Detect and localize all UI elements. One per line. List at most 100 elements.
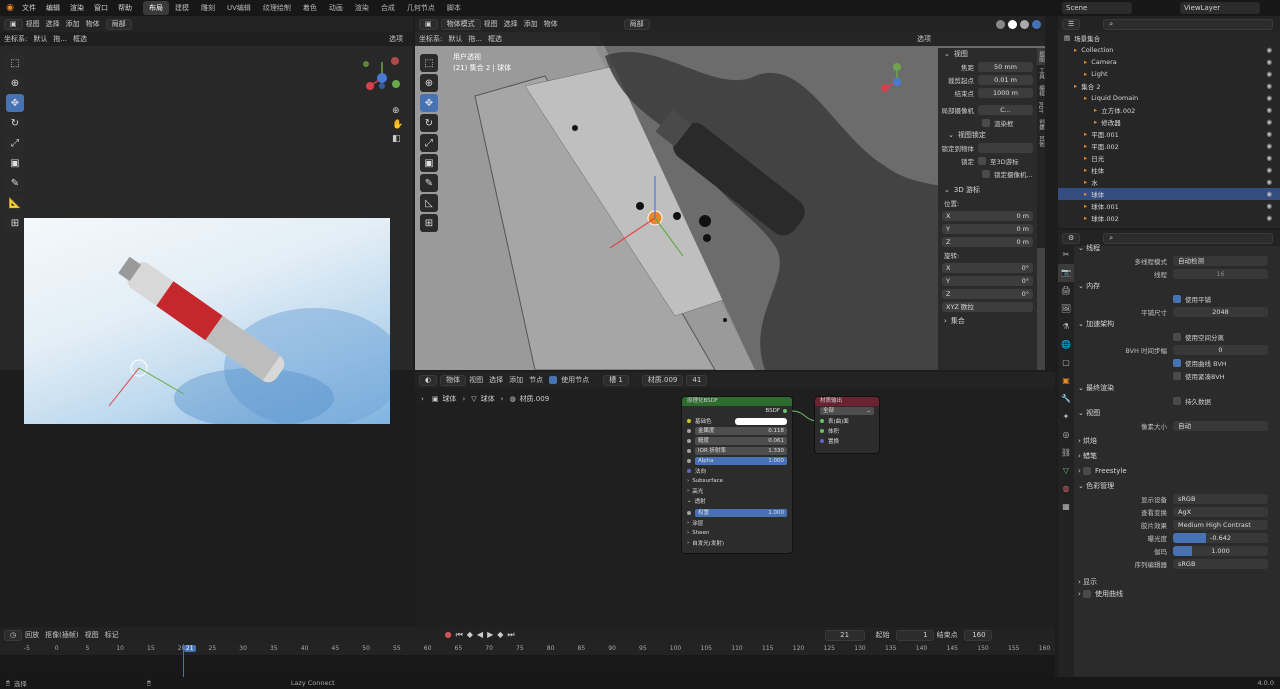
vp-select-tool-icon[interactable]: ⬚ [420,54,438,72]
tool-tab-icon[interactable]: ✂ [1058,246,1074,264]
view-transform-dropdown[interactable]: AgX [1173,506,1268,517]
outliner-item[interactable]: ▸ 球体.001 ◉ [1058,200,1280,212]
cursor-x-field[interactable]: X 0 m [942,210,1033,221]
outliner-item[interactable]: ▸ Camera ◉ [1058,56,1280,68]
blender-logo-icon[interactable]: ◉ [3,3,17,13]
local-camera-field[interactable]: C... [978,104,1033,115]
wireframe-shading-icon[interactable] [996,19,1005,29]
object-tab-icon[interactable]: ▣ [1058,372,1074,390]
freestyle-checkbox[interactable] [1083,467,1092,475]
workspace-tab[interactable]: UV编辑 [221,1,257,15]
play-reverse-icon[interactable]: ◀ [477,630,483,640]
threads-mode-dropdown[interactable]: 自动检测 [1173,255,1268,266]
menu-window[interactable]: 窗口 [89,3,113,13]
current-frame-field[interactable]: 21 [824,629,865,641]
outliner-item[interactable]: ▸ 修改器 ◉ [1058,116,1280,128]
workspace-tab[interactable]: 纹理绘制 [257,1,297,15]
volume-socket[interactable] [820,429,824,433]
node-menu-select[interactable]: 选择 [489,375,503,385]
look-dropdown[interactable]: Medium High Contrast [1173,519,1268,530]
clip-start-field[interactable]: 0.01 m [978,74,1033,85]
camera-view-icon[interactable]: ◧ [392,132,403,146]
viewport-menu-view[interactable]: 视图 [484,19,498,29]
outliner-item[interactable]: ▸ 柱体 ◉ [1058,164,1280,176]
n-panel-tab[interactable]: 工具 [1037,65,1045,82]
breadcrumb-object[interactable]: 球体 [442,394,456,404]
gamma-slider[interactable]: 1.000 [1173,545,1268,556]
breadcrumb-material[interactable]: 材质.009 [520,394,550,404]
left-local-button[interactable]: 局部 [105,18,132,30]
vp-scale-tool-icon[interactable]: ⤢ [420,134,438,152]
left-menu-view[interactable]: 视图 [26,19,40,29]
outliner-item[interactable]: ▸ 平面.002 ◉ [1058,140,1280,152]
left-options[interactable]: 选项 [389,34,403,44]
transmission-panel[interactable]: 透射 [695,497,706,505]
visibility-eye-icon[interactable]: ◉ [1266,190,1272,198]
visibility-eye-icon[interactable]: ◉ [1266,118,1272,126]
viewport-menu-select[interactable]: 选择 [504,19,518,29]
view-layer-selector[interactable]: ViewLayer [1180,2,1260,14]
displacement-socket[interactable] [820,439,824,443]
workspace-tab[interactable]: 几何节点 [401,1,441,15]
visibility-eye-icon[interactable]: ◉ [1266,178,1272,186]
physics-tab-icon[interactable]: ◎ [1058,426,1074,444]
vp-rotate-tool-icon[interactable]: ↻ [420,114,438,132]
visibility-eye-icon[interactable]: ◉ [1266,106,1272,114]
cursor-z-field[interactable]: Z 0 m [942,236,1033,247]
timeline-ruler[interactable]: -5 0 5 10 15 20 21 25 30 35 40 45 50 55 60 65 70 75 80 85 90… [0,643,1055,655]
move-tool-icon[interactable]: ✥ [6,94,24,112]
output-node-title[interactable]: 材质输出 [815,397,879,406]
properties-editor[interactable]: ⚙ ⌕ ✂ 📷 🖨 🖼 ⚗ 🌐 ▢ ▣ 🔧 ✦ ◎ ⛓ ▽ ◍ ▦ ⌄ 线程 多… [1058,230,1280,678]
sheen-panel[interactable]: Sheen [692,530,709,536]
texture-tab-icon[interactable]: ▦ [1058,498,1074,516]
workspace-tab[interactable]: 着色 [297,1,323,15]
outliner[interactable]: ☰ ⌕ ▤ 场景集合 ▸ Collection ◉ ▸ Camera ◉ ▸ Light ◉ ▸ 集合… [1058,16,1280,228]
timeline-view-menu[interactable]: 视图 [85,630,99,640]
rotation-mode-dropdown[interactable]: XYZ 欧拉 [942,301,1033,312]
n-panel-tab[interactable]: 编辑 [1037,82,1045,99]
rot-x-field[interactable]: X 0° [942,262,1033,273]
outliner-search[interactable]: ⌕ [1103,18,1273,30]
grease-section[interactable]: › 蜡笔 [1078,450,1278,462]
transform-tool-icon[interactable]: ▣ [6,154,24,172]
workspace-tab[interactable]: 布局 [143,1,169,15]
view-lock-header[interactable]: ⌄ 视图锁定 [938,129,1037,141]
collection-tab-icon[interactable]: ▢ [1058,354,1074,372]
bsdf-node-title[interactable]: 原理化BSDF [682,397,792,406]
viewport-drag-dropdown[interactable]: 拖... [468,34,482,44]
viewport-section[interactable]: ⌄ 视图 [1078,407,1278,419]
add-cube-tool-icon[interactable]: ⊞ [6,214,24,232]
emission-panel[interactable]: 自发光(发射) [692,539,724,547]
visibility-eye-icon[interactable]: ◉ [1266,70,1272,78]
solid-shading-icon[interactable] [1008,19,1017,29]
bsdf-node[interactable]: 原理化BSDF BSDF 基础色 金属度 0.118 糙度 0.061 IOR 折射… [682,397,792,553]
node-editor-type[interactable]: ◐ [419,374,438,386]
select-tool-icon[interactable]: ⬚ [6,54,24,72]
lock-object-field[interactable] [978,142,1033,153]
metallic-socket[interactable] [687,429,691,433]
lock-camera-checkbox[interactable] [982,169,990,178]
base-color-socket[interactable] [687,419,691,423]
accel-section[interactable]: ⌄ 加速架构 [1078,318,1278,330]
left-drag-dropdown[interactable]: 拖... [53,34,67,44]
coat-panel[interactable]: 涂层 [692,519,703,527]
metallic-field[interactable]: 金属度 0.118 [695,427,787,435]
vp-annotate-tool-icon[interactable]: ✎ [420,174,438,192]
output-target-dropdown[interactable]: 全部 ⌄ [820,407,874,415]
marker-menu[interactable]: 标记 [105,630,119,640]
vp-move-tool-icon[interactable]: ✥ [420,94,438,112]
visibility-eye-icon[interactable]: ◉ [1266,130,1272,138]
outliner-item[interactable]: ▸ 球体.002 ◉ [1058,212,1280,224]
data-tab-icon[interactable]: ▽ [1058,462,1074,480]
timeline[interactable]: ◷ 回放 抠像(插帧) 视图 标记 ● ⏮ ◆ ◀ ▶ ◆ ⏭ 21 起始 1 … [0,627,1055,677]
visibility-eye-icon[interactable]: ◉ [1266,142,1272,150]
vp-transform-tool-icon[interactable]: ▣ [420,154,438,172]
render-region-checkbox[interactable] [982,118,990,127]
roughness-socket[interactable] [687,439,691,443]
rotate-tool-icon[interactable]: ↻ [6,114,24,132]
annotate-tool-icon[interactable]: ✎ [6,174,24,192]
jump-end-icon[interactable]: ⏭ [507,630,514,640]
editor-type-button[interactable]: ▣ [4,18,23,30]
n-panel-tab[interactable]: 视图 [1037,48,1045,65]
viewport-options[interactable]: 选项 [917,34,931,44]
